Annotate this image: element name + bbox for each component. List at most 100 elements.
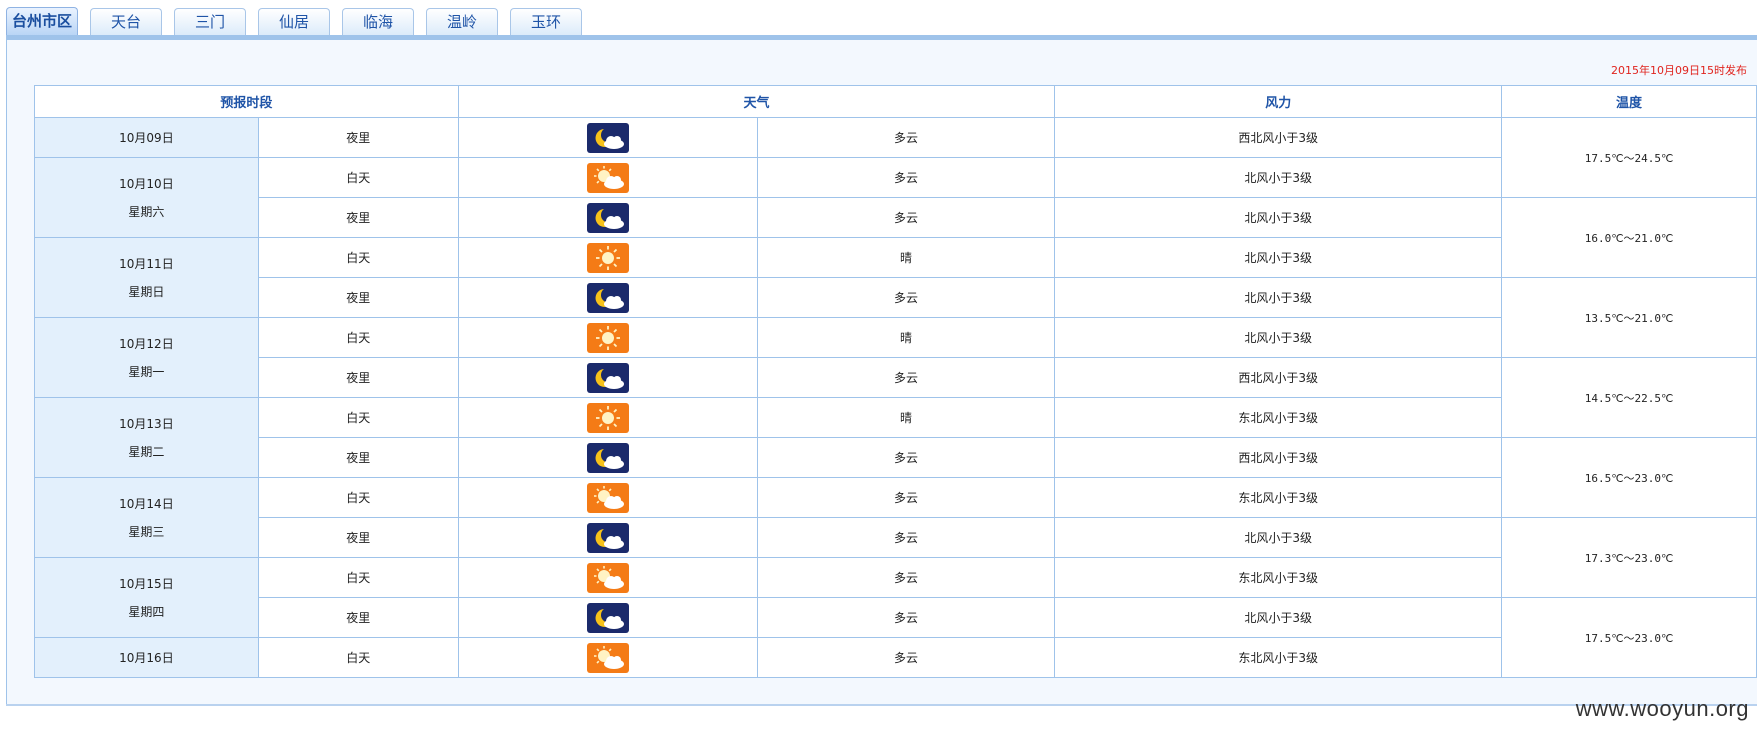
night-cloudy-icon <box>586 362 629 393</box>
weather-icon-cell <box>457 397 758 438</box>
night-cloudy-icon <box>586 442 629 473</box>
period-cell: 夜里 <box>257 357 459 398</box>
wind-cell: 北风小于3级 <box>1054 157 1503 198</box>
temperature-cell: 16.5℃～23.0℃ <box>1501 437 1757 518</box>
temperature-cell: 17.3℃～23.0℃ <box>1501 517 1757 598</box>
tab-wenling[interactable]: 温岭 <box>426 8 498 35</box>
weather-icon-cell <box>457 317 758 358</box>
table-row: 夜里 多云 北风小于3级 17.5℃～23.0℃ <box>35 597 1757 678</box>
bottom-rule <box>6 704 1757 706</box>
publish-time: 2015年10月09日15时发布 <box>1611 64 1747 77</box>
table-row: 夜里 多云 西北风小于3级 14.5℃～22.5℃ <box>35 357 1757 438</box>
period-cell: 夜里 <box>257 277 459 318</box>
table-row: 夜里 多云 北风小于3级 13.5℃～21.0℃ <box>35 277 1757 358</box>
tab-xianju[interactable]: 仙居 <box>258 8 330 35</box>
date-label: 10月16日 <box>119 650 174 665</box>
date-cell: 10月16日 <box>34 637 259 678</box>
tab-sanmen[interactable]: 三门 <box>174 8 246 35</box>
header-period: 预报时段 <box>34 85 459 118</box>
period-cell: 夜里 <box>257 517 459 558</box>
tab-yuhuan[interactable]: 玉环 <box>510 8 582 35</box>
day-cloudy-icon <box>586 482 629 513</box>
period-cell: 夜里 <box>257 437 459 478</box>
weather-icon-cell <box>457 517 758 558</box>
forecast-body: 10月09日 夜里 多云 西北风小于3级 17.5℃～24.5℃ 10月10日 星期六 白天多… <box>34 117 1757 678</box>
wind-cell: 东北风小于3级 <box>1054 477 1503 518</box>
sunny-icon <box>586 402 629 433</box>
weather-text-cell: 多云 <box>756 437 1056 478</box>
weather-icon-cell <box>457 157 758 198</box>
sunny-icon <box>586 322 629 353</box>
table-row: 10月13日 星期二 白天晴东北风小于3级 <box>34 397 1757 478</box>
period-cell: 白天 <box>257 317 459 358</box>
table-row: 夜里 多云 西北风小于3级 16.5℃～23.0℃ <box>35 437 1757 518</box>
weekday-label: 星期日 <box>128 284 165 299</box>
table-row: 10月10日 星期六 白天 多云 北风小于3级 <box>34 157 1757 238</box>
period-cell: 白天 <box>257 157 459 198</box>
date-cell: 10月10日 星期六 <box>34 157 259 238</box>
header-wind: 风力 <box>1054 85 1503 118</box>
table-row: 夜里 多云 北风小于3级 17.3℃～23.0℃ <box>35 517 1757 598</box>
weather-text-cell: 多云 <box>756 597 1056 638</box>
header-temp: 温度 <box>1501 85 1757 118</box>
weather-icon-cell <box>457 637 758 678</box>
weather-text-cell: 多云 <box>756 157 1056 198</box>
night-cloudy-icon <box>586 282 629 313</box>
date-cell: 10月13日 星期二 <box>34 397 259 478</box>
wind-cell: 西北风小于3级 <box>1054 357 1503 398</box>
watermark: www.wooyun.org <box>1575 696 1749 721</box>
date-cell: 10月12日 星期一 <box>34 317 259 398</box>
header-weather: 天气 <box>457 85 1056 118</box>
wind-cell: 西北风小于3级 <box>1054 437 1503 478</box>
table-header-row: 预报时段 天气 风力 温度 <box>34 85 1757 118</box>
date-label: 10月15日 <box>119 576 174 591</box>
period-cell: 白天 <box>257 557 459 598</box>
table-row: 10月14日 星期三 白天 多云 东北风小于3级 <box>34 477 1757 558</box>
weather-icon-cell <box>457 477 758 518</box>
wind-cell: 东北风小于3级 <box>1054 557 1503 598</box>
weather-text-cell: 晴 <box>756 237 1056 278</box>
table-row: 10月16日 白天 多云 东北风小于3级 <box>34 637 1757 678</box>
date-cell: 10月14日 星期三 <box>34 477 259 558</box>
weather-icon-cell <box>457 437 758 478</box>
temperature-cell: 17.5℃～23.0℃ <box>1501 597 1757 678</box>
weather-icon-cell <box>457 357 758 398</box>
tab-linhai[interactable]: 临海 <box>342 8 414 35</box>
period-cell: 夜里 <box>257 597 459 638</box>
date-cell: 10月15日 星期四 <box>34 557 259 638</box>
table-row: 10月12日 星期一 白天晴北风小于3级 <box>34 317 1757 398</box>
period-cell: 夜里 <box>257 117 459 158</box>
weather-text-cell: 多云 <box>756 637 1056 678</box>
weekday-label: 星期三 <box>128 524 165 539</box>
date-label: 10月12日 <box>119 336 174 351</box>
weekday-label: 星期六 <box>128 204 165 219</box>
weather-text-cell: 多云 <box>756 197 1056 238</box>
night-cloudy-icon <box>586 122 629 153</box>
period-cell: 白天 <box>257 637 459 678</box>
period-cell: 白天 <box>257 397 459 438</box>
night-cloudy-icon <box>586 202 629 233</box>
date-label: 10月14日 <box>119 496 174 511</box>
weather-icon-cell <box>457 597 758 638</box>
weather-text-cell: 多云 <box>756 277 1056 318</box>
weather-text-cell: 晴 <box>756 397 1056 438</box>
tab-taizhou-urban[interactable]: 台州市区 <box>6 7 78 36</box>
date-label: 10月10日 <box>119 176 174 191</box>
tab-tiantai[interactable]: 天台 <box>90 8 162 35</box>
temperature-cell: 17.5℃～24.5℃ <box>1501 117 1757 198</box>
table-row: 10月09日 夜里 多云 西北风小于3级 17.5℃～24.5℃ <box>34 117 1757 198</box>
period-cell: 夜里 <box>257 197 459 238</box>
temperature-cell: 13.5℃～21.0℃ <box>1501 277 1757 358</box>
period-cell: 白天 <box>257 477 459 518</box>
weather-text-cell: 多云 <box>756 357 1056 398</box>
table-row: 夜里 多云 北风小于3级 16.0℃～21.0℃ <box>35 197 1757 278</box>
day-cloudy-icon <box>586 562 629 593</box>
date-cell: 10月11日 星期日 <box>34 237 259 318</box>
sunny-icon <box>586 242 629 273</box>
weather-text-cell: 多云 <box>756 557 1056 598</box>
weather-text-cell: 多云 <box>756 517 1056 558</box>
wind-cell: 东北风小于3级 <box>1054 637 1503 678</box>
weather-icon-cell <box>457 197 758 238</box>
wind-cell: 北风小于3级 <box>1054 317 1503 358</box>
table-row: 10月11日 星期日 白天晴北风小于3级 <box>34 237 1757 318</box>
